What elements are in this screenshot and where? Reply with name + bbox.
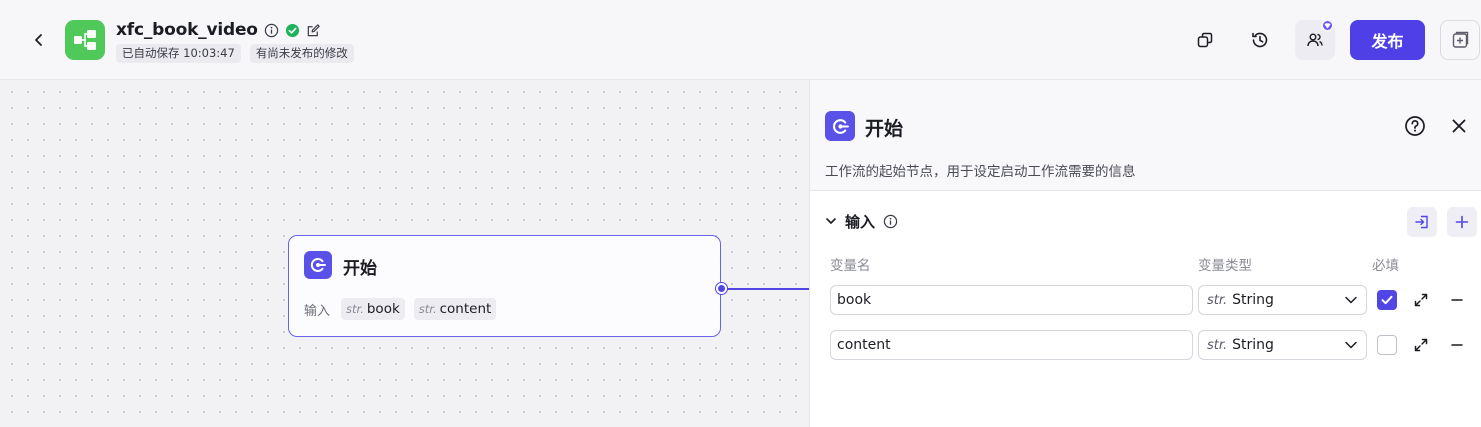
type-prefix: str. [1207, 337, 1228, 353]
minus-icon [1451, 344, 1463, 346]
output-handle[interactable] [716, 283, 727, 294]
expand-button[interactable] [1411, 290, 1431, 310]
import-variables-button[interactable] [1407, 207, 1437, 237]
start-node-icon [304, 251, 332, 279]
input-name: book [366, 301, 400, 317]
diamond-badge-icon [1321, 19, 1334, 32]
status-check-icon [285, 23, 299, 37]
column-header-required: 必填 [1372, 258, 1399, 274]
start-node-title: 开始 [343, 259, 377, 279]
info-icon[interactable] [883, 214, 898, 229]
panel-header: 开始 工作流的起始节点，用于设定启动工作流需要的信息 [810, 80, 1481, 191]
title-row: xfc_book_video [116, 18, 321, 42]
expand-icon [1414, 338, 1428, 352]
app-title: xfc_book_video [116, 20, 258, 40]
help-icon [1405, 116, 1425, 136]
variable-type-select[interactable]: str. String [1198, 285, 1367, 315]
start-node-icon [825, 111, 855, 141]
expand-button[interactable] [1411, 335, 1431, 355]
inputs-section-header[interactable]: 输入 [825, 207, 898, 235]
input-tag-book: str. book [341, 298, 405, 320]
connection-edge[interactable] [727, 288, 809, 290]
copy-icon [1197, 32, 1213, 48]
minus-icon [1451, 299, 1463, 301]
panel-title: 开始 [865, 118, 904, 140]
close-button[interactable] [1447, 114, 1471, 138]
status-badges: 已自动保存 10:03:47 有尚未发布的修改 [116, 44, 354, 63]
workflow-logo-icon [65, 20, 105, 60]
required-checkbox[interactable] [1377, 290, 1397, 310]
help-button[interactable] [1403, 114, 1427, 138]
expand-icon [1414, 293, 1428, 307]
type-prefix: str. [1207, 292, 1228, 308]
check-icon [1381, 295, 1393, 305]
edit-icon[interactable] [306, 23, 321, 38]
side-panel-button[interactable] [1440, 20, 1480, 60]
input-tag-content: str. content [413, 298, 497, 320]
chevron-down-icon [1345, 341, 1357, 349]
variable-name-input[interactable] [830, 330, 1193, 360]
autosave-badge: 已自动保存 10:03:47 [116, 44, 241, 63]
start-node[interactable]: 开始 输入 str. book str. content [288, 235, 721, 337]
collaborators-icon [1307, 33, 1323, 47]
column-header-name: 变量名 [830, 258, 871, 274]
back-button[interactable] [26, 27, 52, 53]
type-value: String [1232, 292, 1274, 308]
workflow-canvas[interactable]: 开始 输入 str. book str. content [0, 80, 809, 427]
back-icon [35, 34, 42, 46]
copy-button[interactable] [1185, 20, 1225, 60]
history-button[interactable] [1240, 20, 1280, 60]
publish-button[interactable]: 发布 [1350, 20, 1425, 60]
plus-icon [1455, 215, 1469, 229]
side-panel-icon [1452, 31, 1469, 48]
column-header-type: 变量类型 [1198, 258, 1252, 274]
section-title: 输入 [845, 212, 876, 231]
variable-type-select[interactable]: str. String [1198, 330, 1367, 360]
start-node-inputs: 输入 str. book str. content [304, 298, 497, 320]
collaborators-button[interactable] [1295, 19, 1335, 60]
input-name: content [439, 301, 492, 317]
close-icon [1452, 119, 1466, 133]
required-checkbox[interactable] [1377, 335, 1397, 355]
chevron-down-icon[interactable] [825, 215, 837, 227]
history-icon [1252, 32, 1268, 48]
unpublished-badge: 有尚未发布的修改 [249, 44, 354, 63]
input-type: str. [346, 302, 364, 316]
panel-description: 工作流的起始节点，用于设定启动工作流需要的信息 [825, 164, 1136, 180]
type-value: String [1232, 337, 1274, 353]
input-type: str. [418, 302, 437, 316]
info-icon[interactable] [264, 23, 279, 38]
remove-variable-button[interactable] [1447, 290, 1467, 310]
variable-name-input[interactable] [830, 285, 1193, 315]
add-variable-button[interactable] [1447, 207, 1477, 237]
remove-variable-button[interactable] [1447, 335, 1467, 355]
inputs-label: 输入 [304, 303, 331, 319]
top-header: xfc_book_video 已自动保存 10:03:47 有尚未发布的修改 发… [0, 0, 1481, 80]
chevron-down-icon [1345, 296, 1357, 304]
import-icon [1415, 215, 1428, 229]
node-config-panel: 开始 工作流的起始节点，用于设定启动工作流需要的信息 输入 变量名 变量类型 必… [809, 80, 1481, 427]
